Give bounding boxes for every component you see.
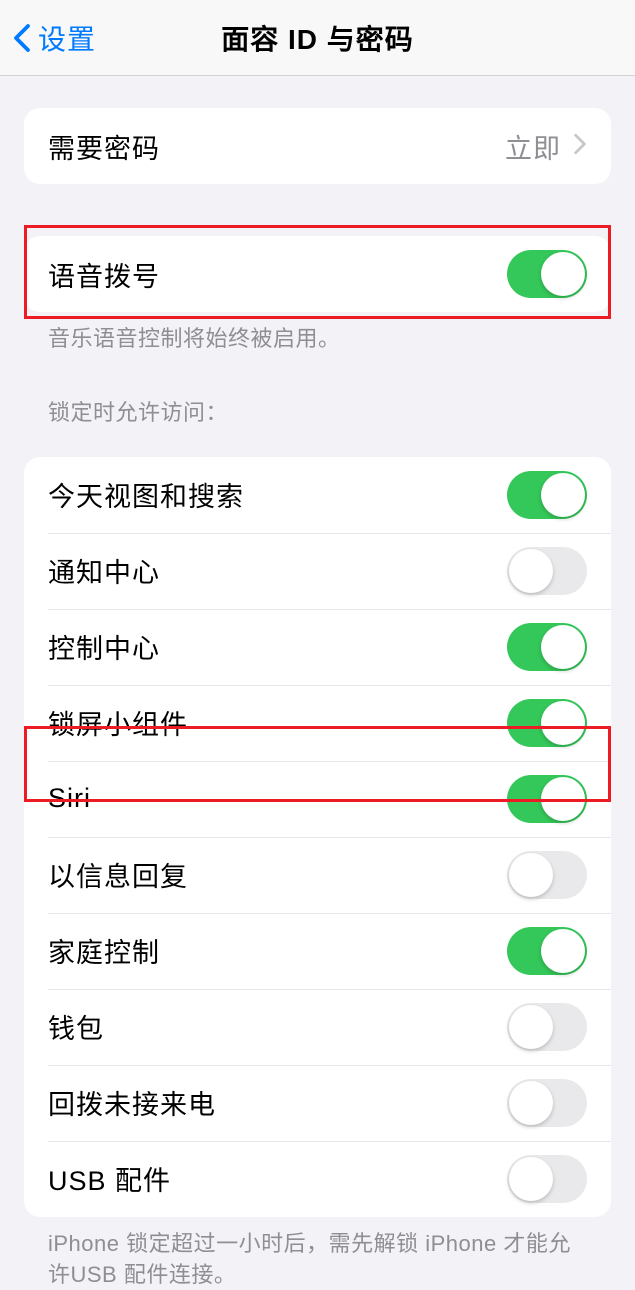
toggle-voice-dial[interactable] <box>507 250 587 298</box>
toggle-knob <box>541 929 585 973</box>
chevron-right-icon <box>573 133 587 160</box>
row-label: 今天视图和搜索 <box>48 475 507 514</box>
toggle-knob <box>541 625 585 669</box>
row-lock-access-item: 家庭控制 <box>24 913 611 989</box>
toggle-lock-access-item[interactable] <box>507 699 587 747</box>
toggle-lock-access-item[interactable] <box>507 623 587 671</box>
toggle-lock-access-item[interactable] <box>507 471 587 519</box>
section-header-lock-access: 锁定时允许访问： <box>24 395 611 437</box>
row-voice-dial: 语音拨号 <box>24 236 611 312</box>
toggle-knob <box>541 252 585 296</box>
footer-lock-access: iPhone 锁定超过一小时后，需先解锁 iPhone 才能允许USB 配件连接… <box>24 1217 611 1290</box>
row-lock-access-item: 锁屏小组件 <box>24 685 611 761</box>
toggle-lock-access-item[interactable] <box>507 1155 587 1203</box>
row-label: 控制中心 <box>48 627 507 666</box>
row-lock-access-item: 通知中心 <box>24 533 611 609</box>
navigation-bar: 设置 面容 ID 与密码 <box>0 0 635 76</box>
toggle-knob <box>541 473 585 517</box>
toggle-knob <box>509 853 553 897</box>
toggle-lock-access-item[interactable] <box>507 1003 587 1051</box>
toggle-lock-access-item[interactable] <box>507 547 587 595</box>
toggle-knob <box>541 701 585 745</box>
row-label: 语音拨号 <box>48 255 507 294</box>
row-require-passcode[interactable]: 需要密码 立即 <box>24 108 611 184</box>
row-label: 需要密码 <box>48 127 505 166</box>
row-label: 锁屏小组件 <box>48 703 507 742</box>
toggle-knob <box>509 1157 553 1201</box>
page-title: 面容 ID 与密码 <box>221 18 414 58</box>
row-lock-access-item: USB 配件 <box>24 1141 611 1217</box>
group-require-passcode: 需要密码 立即 <box>24 108 611 184</box>
toggle-lock-access-item[interactable] <box>507 927 587 975</box>
toggle-knob <box>509 1081 553 1125</box>
row-label: Siri <box>48 783 507 814</box>
back-button[interactable]: 设置 <box>0 18 96 58</box>
row-lock-access-item: 回拨未接来电 <box>24 1065 611 1141</box>
footer-voice-dial: 音乐语音控制将始终被启用。 <box>24 312 611 355</box>
row-label: 家庭控制 <box>48 931 507 970</box>
toggle-lock-access-item[interactable] <box>507 851 587 899</box>
row-lock-access-item: 今天视图和搜索 <box>24 457 611 533</box>
row-lock-access-item: 以信息回复 <box>24 837 611 913</box>
back-label: 设置 <box>38 18 96 58</box>
row-lock-access-item: 控制中心 <box>24 609 611 685</box>
row-label: USB 配件 <box>48 1159 507 1198</box>
row-value: 立即 <box>505 127 561 166</box>
row-label: 通知中心 <box>48 551 507 590</box>
toggle-lock-access-item[interactable] <box>507 775 587 823</box>
toggle-knob <box>541 777 585 821</box>
row-label: 以信息回复 <box>48 855 507 894</box>
group-voice-dial: 语音拨号 <box>24 236 611 312</box>
chevron-left-icon <box>12 22 32 54</box>
toggle-knob <box>509 549 553 593</box>
group-lock-access: 今天视图和搜索通知中心控制中心锁屏小组件 Siri 以信息回复家庭控制钱包回拨未接来… <box>24 457 611 1217</box>
row-label: 钱包 <box>48 1007 507 1046</box>
row-lock-access-item: Siri <box>24 761 611 837</box>
row-lock-access-item: 钱包 <box>24 989 611 1065</box>
toggle-lock-access-item[interactable] <box>507 1079 587 1127</box>
row-label: 回拨未接来电 <box>48 1083 507 1122</box>
toggle-knob <box>509 1005 553 1049</box>
